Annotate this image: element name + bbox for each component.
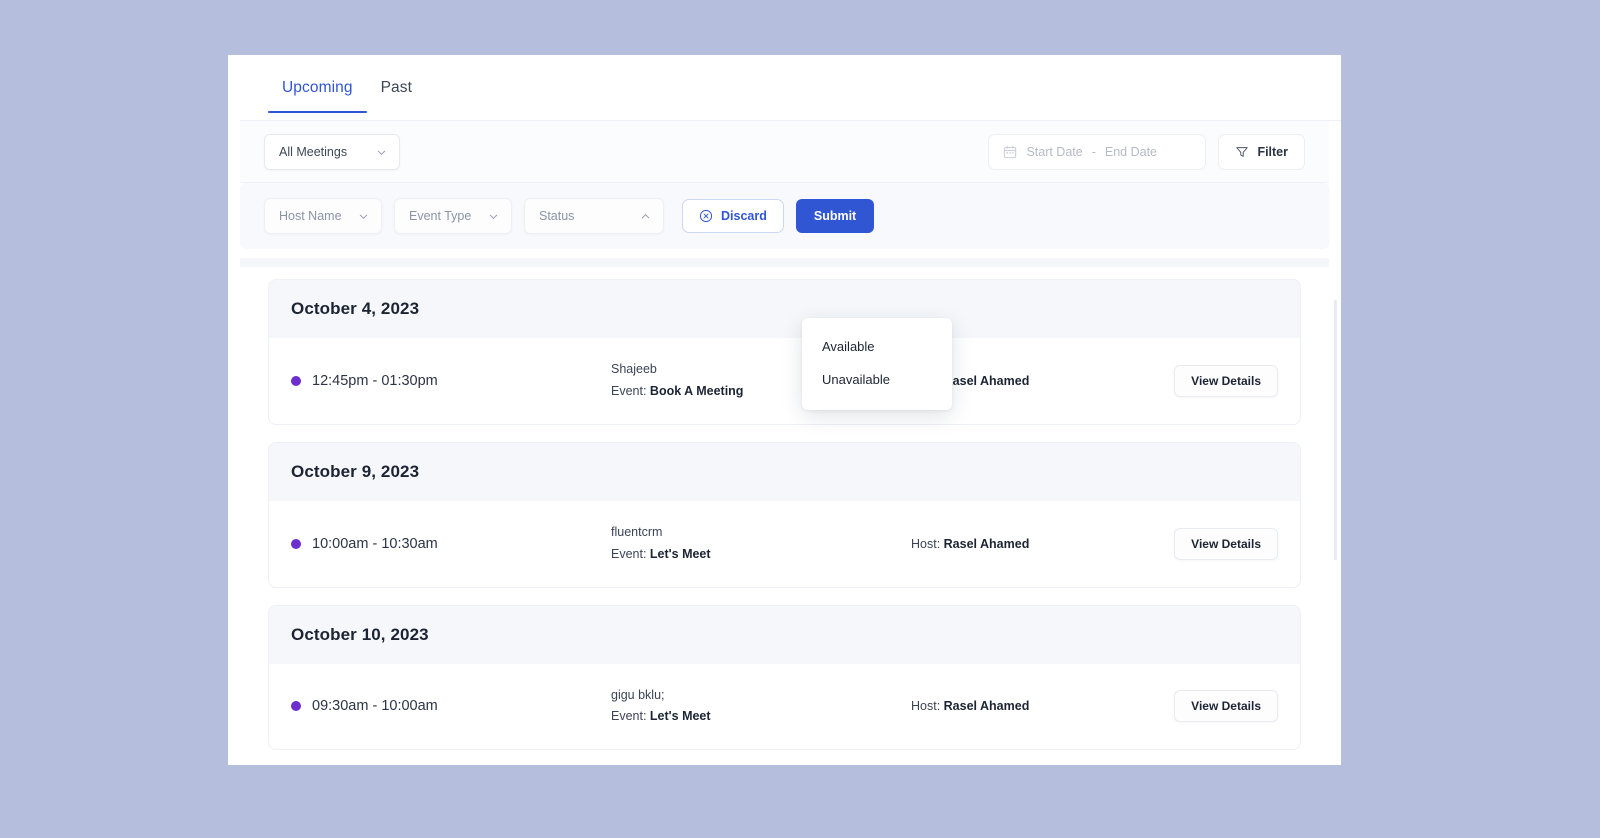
status-dropdown-menu: Available Unavailable [802, 318, 952, 410]
tab-upcoming[interactable]: Upcoming [268, 79, 367, 113]
tab-bar: Upcoming Past [228, 55, 1341, 121]
host-name: Rasel Ahamed [943, 373, 1030, 388]
status-placeholder: Status [539, 209, 575, 223]
meeting-card: October 9, 2023 10:00am - 10:30am fluent… [268, 441, 1301, 588]
vertical-scrollbar[interactable] [1334, 175, 1339, 761]
event-type-select[interactable]: Event Type [394, 198, 512, 234]
end-date-placeholder: End Date [1104, 145, 1158, 159]
meeting-date-header: October 4, 2023 [269, 280, 1300, 338]
view-details-label: View Details [1191, 373, 1261, 388]
event-type-placeholder: Event Type [409, 209, 472, 223]
status-option-available[interactable]: Available [802, 330, 952, 363]
meeting-action-cell: View Details [1158, 690, 1278, 723]
event-label: Event: [611, 546, 650, 561]
meeting-attendee: fluentcrm [611, 524, 663, 539]
meeting-host-cell: Host: Rasel Ahamed [911, 699, 1158, 713]
status-dot-icon [291, 701, 301, 712]
meeting-filter-select[interactable]: All Meetings [264, 134, 400, 170]
event-label: Event: [611, 383, 650, 398]
filter-panel: Host Name Event Type Status Discard Subm… [240, 183, 1329, 249]
meeting-card: October 10, 2023 09:30am - 10:00am gigu … [268, 604, 1301, 751]
discard-button[interactable]: Discard [682, 199, 784, 233]
start-date-placeholder: Start Date [1026, 145, 1083, 159]
view-details-button[interactable]: View Details [1174, 690, 1278, 723]
view-details-button[interactable]: View Details [1174, 527, 1278, 560]
calendar-icon [1004, 145, 1017, 159]
meeting-event-cell: gigu bklu; Event: Let's Meet [611, 685, 911, 729]
tab-upcoming-label: Upcoming [282, 79, 353, 96]
meeting-time: 12:45pm - 01:30pm [312, 372, 438, 389]
date-range-separator: - [1091, 145, 1096, 159]
meeting-time: 09:30am - 10:00am [312, 698, 438, 715]
meeting-event-line: Event: Let's Meet [611, 706, 911, 728]
chevron-up-icon [641, 213, 650, 218]
meeting-row: 12:45pm - 01:30pm Shajeeb Event: Book A … [269, 338, 1300, 424]
date-range-input[interactable]: Start Date - End Date [988, 134, 1207, 170]
meeting-card: October 4, 2023 12:45pm - 01:30pm Shajee… [268, 279, 1301, 425]
status-option-unavailable-label: Unavailable [822, 372, 890, 387]
status-select[interactable]: Status [524, 198, 664, 234]
filter-button[interactable]: Filter [1218, 134, 1305, 170]
meetings-app-window: Upcoming Past All Meetings Start Date - … [228, 55, 1341, 765]
event-name: Let's Meet [649, 709, 711, 724]
tab-past-label: Past [380, 79, 413, 96]
meeting-time: 10:00am - 10:30am [312, 535, 438, 552]
discard-button-label: Discard [721, 209, 767, 223]
toolbar: All Meetings Start Date - End Date Filte… [240, 121, 1329, 183]
toolbar-right-group: Start Date - End Date Filter [988, 134, 1305, 170]
meeting-attendee: gigu bklu; [611, 687, 665, 702]
tab-past[interactable]: Past [367, 79, 426, 113]
filter-button-label: Filter [1257, 145, 1288, 159]
meeting-time-cell: 09:30am - 10:00am [291, 698, 611, 714]
meetings-list: October 4, 2023 12:45pm - 01:30pm Shajee… [228, 267, 1341, 751]
meeting-event-line: Event: Let's Meet [611, 544, 911, 566]
meeting-action-cell: View Details [1158, 527, 1278, 560]
meeting-time-cell: 10:00am - 10:30am [291, 536, 611, 552]
chevron-down-icon [489, 214, 498, 219]
event-name: Book A Meeting [649, 383, 744, 398]
status-option-available-label: Available [822, 339, 875, 354]
meeting-event-cell: fluentcrm Event: Let's Meet [611, 522, 911, 566]
circle-x-icon [699, 209, 713, 223]
host-name-placeholder: Host Name [279, 209, 342, 223]
meeting-time-cell: 12:45pm - 01:30pm [291, 373, 611, 389]
host-label: Host: [911, 699, 944, 714]
chevron-down-icon [377, 150, 386, 155]
submit-button-label: Submit [813, 209, 857, 223]
meeting-date-header: October 10, 2023 [269, 605, 1300, 664]
status-dot-icon [291, 375, 301, 386]
section-separator [240, 258, 1329, 267]
event-label: Event: [611, 709, 650, 724]
chevron-down-icon [359, 214, 368, 219]
view-details-button[interactable]: View Details [1174, 364, 1278, 397]
host-name: Rasel Ahamed [943, 699, 1030, 714]
meeting-date-header: October 9, 2023 [269, 442, 1300, 501]
submit-button[interactable]: Submit [795, 199, 875, 233]
meeting-action-cell: View Details [1158, 364, 1278, 397]
meeting-host-cell: Host: Rasel Ahamed [911, 537, 1158, 551]
status-dot-icon [291, 538, 301, 549]
funnel-icon [1236, 147, 1249, 157]
meeting-row: 10:00am - 10:30am fluentcrm Event: Let's… [269, 501, 1300, 587]
meeting-row: 09:30am - 10:00am gigu bklu; Event: Let'… [269, 664, 1300, 750]
view-details-label: View Details [1191, 536, 1261, 551]
meeting-filter-value: All Meetings [279, 145, 348, 159]
host-name: Rasel Ahamed [943, 536, 1030, 551]
host-label: Host: [911, 536, 944, 551]
view-details-label: View Details [1191, 699, 1261, 714]
status-option-unavailable[interactable]: Unavailable [802, 363, 952, 396]
event-name: Let's Meet [649, 546, 711, 561]
scrollbar-thumb[interactable] [1334, 300, 1337, 560]
host-name-select[interactable]: Host Name [264, 198, 382, 234]
